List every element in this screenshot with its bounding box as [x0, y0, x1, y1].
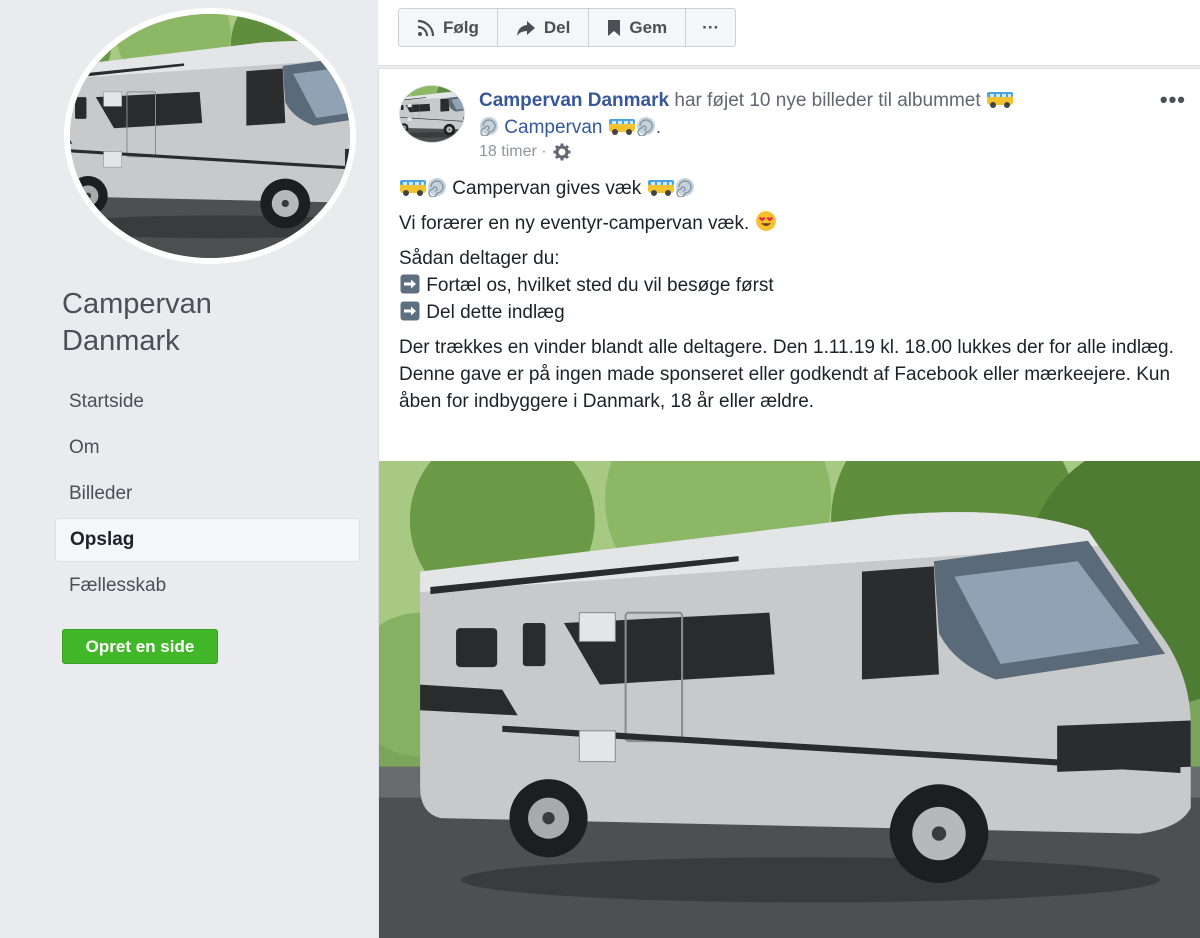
save-label: Gem [629, 17, 668, 37]
nav-item-opslag[interactable]: Opslag [55, 518, 360, 562]
post-title-line: Campervan gives væk [399, 175, 1189, 202]
campervan-photo [379, 461, 1200, 938]
post-how-to: Sådan deltager du: [399, 248, 560, 269]
page-action-bar: Følg Del Gem ··· [378, 0, 1200, 66]
post-step1: Fortæl os, hvilket sted du vil besøge fø… [421, 275, 774, 296]
share-arrow-icon [516, 20, 535, 36]
post-card: Campervan Danmark har føjet 10 nye bille… [378, 68, 1200, 938]
bookmark-icon [608, 19, 621, 36]
post-title: Campervan gives væk [447, 178, 647, 199]
nav-item-om[interactable]: Om [55, 426, 360, 470]
post-instructions: Sådan deltager du: Fortæl os, hvilket st… [399, 245, 1189, 326]
post-action-text: har føjet 10 nye billeder til albummet [669, 90, 986, 111]
nav-item-startside[interactable]: Startside [55, 380, 360, 424]
post-line-giveaway: Vi forærer en ny eventyr-campervan væk. [399, 210, 1189, 237]
create-page-button[interactable]: Opret en side [62, 629, 218, 664]
post-author-avatar[interactable] [399, 85, 465, 143]
profile-picture-frame[interactable] [64, 8, 356, 264]
rss-icon [417, 19, 435, 36]
share-button[interactable]: Del [498, 9, 590, 46]
page-name-line2: Danmark [62, 325, 180, 357]
dizzy-emoji-icon [636, 116, 656, 136]
post-meta: 18 timer · [479, 143, 571, 161]
nav-item-faellesskab[interactable]: Fællesskab [55, 564, 360, 608]
dizzy-emoji-icon [675, 177, 695, 197]
share-label: Del [543, 17, 571, 37]
post-header: Campervan Danmark har føjet 10 nye bille… [479, 87, 1129, 141]
post-line1: Vi forærer en ny eventyr-campervan væk. [399, 213, 755, 234]
minibus-emoji-icon [399, 177, 427, 197]
follow-label: Følg [443, 17, 479, 37]
page-name-line1: Campervan [62, 288, 212, 320]
post-timestamp[interactable]: 18 timer [479, 143, 537, 161]
post-step2: Del dette indlæg [421, 302, 565, 323]
heart-eyes-emoji-icon [755, 210, 777, 232]
profile-picture[interactable] [70, 14, 350, 258]
album-name: Campervan [499, 117, 608, 138]
save-button[interactable]: Gem [589, 9, 687, 46]
dizzy-emoji-icon [427, 177, 447, 197]
minibus-emoji-icon [986, 89, 1014, 109]
gear-icon[interactable] [553, 143, 571, 161]
right-arrow-emoji-icon [399, 274, 421, 294]
more-actions-button[interactable]: ··· [686, 9, 735, 46]
right-arrow-emoji-icon [399, 301, 421, 321]
post-terms: Der trækkes en vinder blandt alle deltag… [399, 337, 1174, 412]
action-button-group: Følg Del Gem ··· [398, 8, 737, 47]
left-sidebar: Campervan Danmark Startside Om Billeder … [0, 0, 378, 938]
follow-button[interactable]: Følg [399, 9, 498, 46]
post-body: Campervan gives væk Vi forærer en ny eve… [399, 175, 1189, 423]
page-name[interactable]: Campervan Danmark [62, 286, 212, 360]
minibus-emoji-icon [608, 116, 636, 136]
nav-item-billeder[interactable]: Billeder [55, 472, 360, 516]
post-author-link[interactable]: Campervan Danmark [479, 90, 669, 111]
dizzy-emoji-icon [479, 116, 499, 136]
post-options-button[interactable]: ••• [1160, 87, 1186, 113]
page-nav: Startside Om Billeder Opslag Fællesskab [55, 380, 360, 610]
minibus-emoji-icon [647, 177, 675, 197]
post-photo[interactable] [379, 461, 1200, 938]
album-link[interactable]: Campervan . [479, 117, 661, 138]
